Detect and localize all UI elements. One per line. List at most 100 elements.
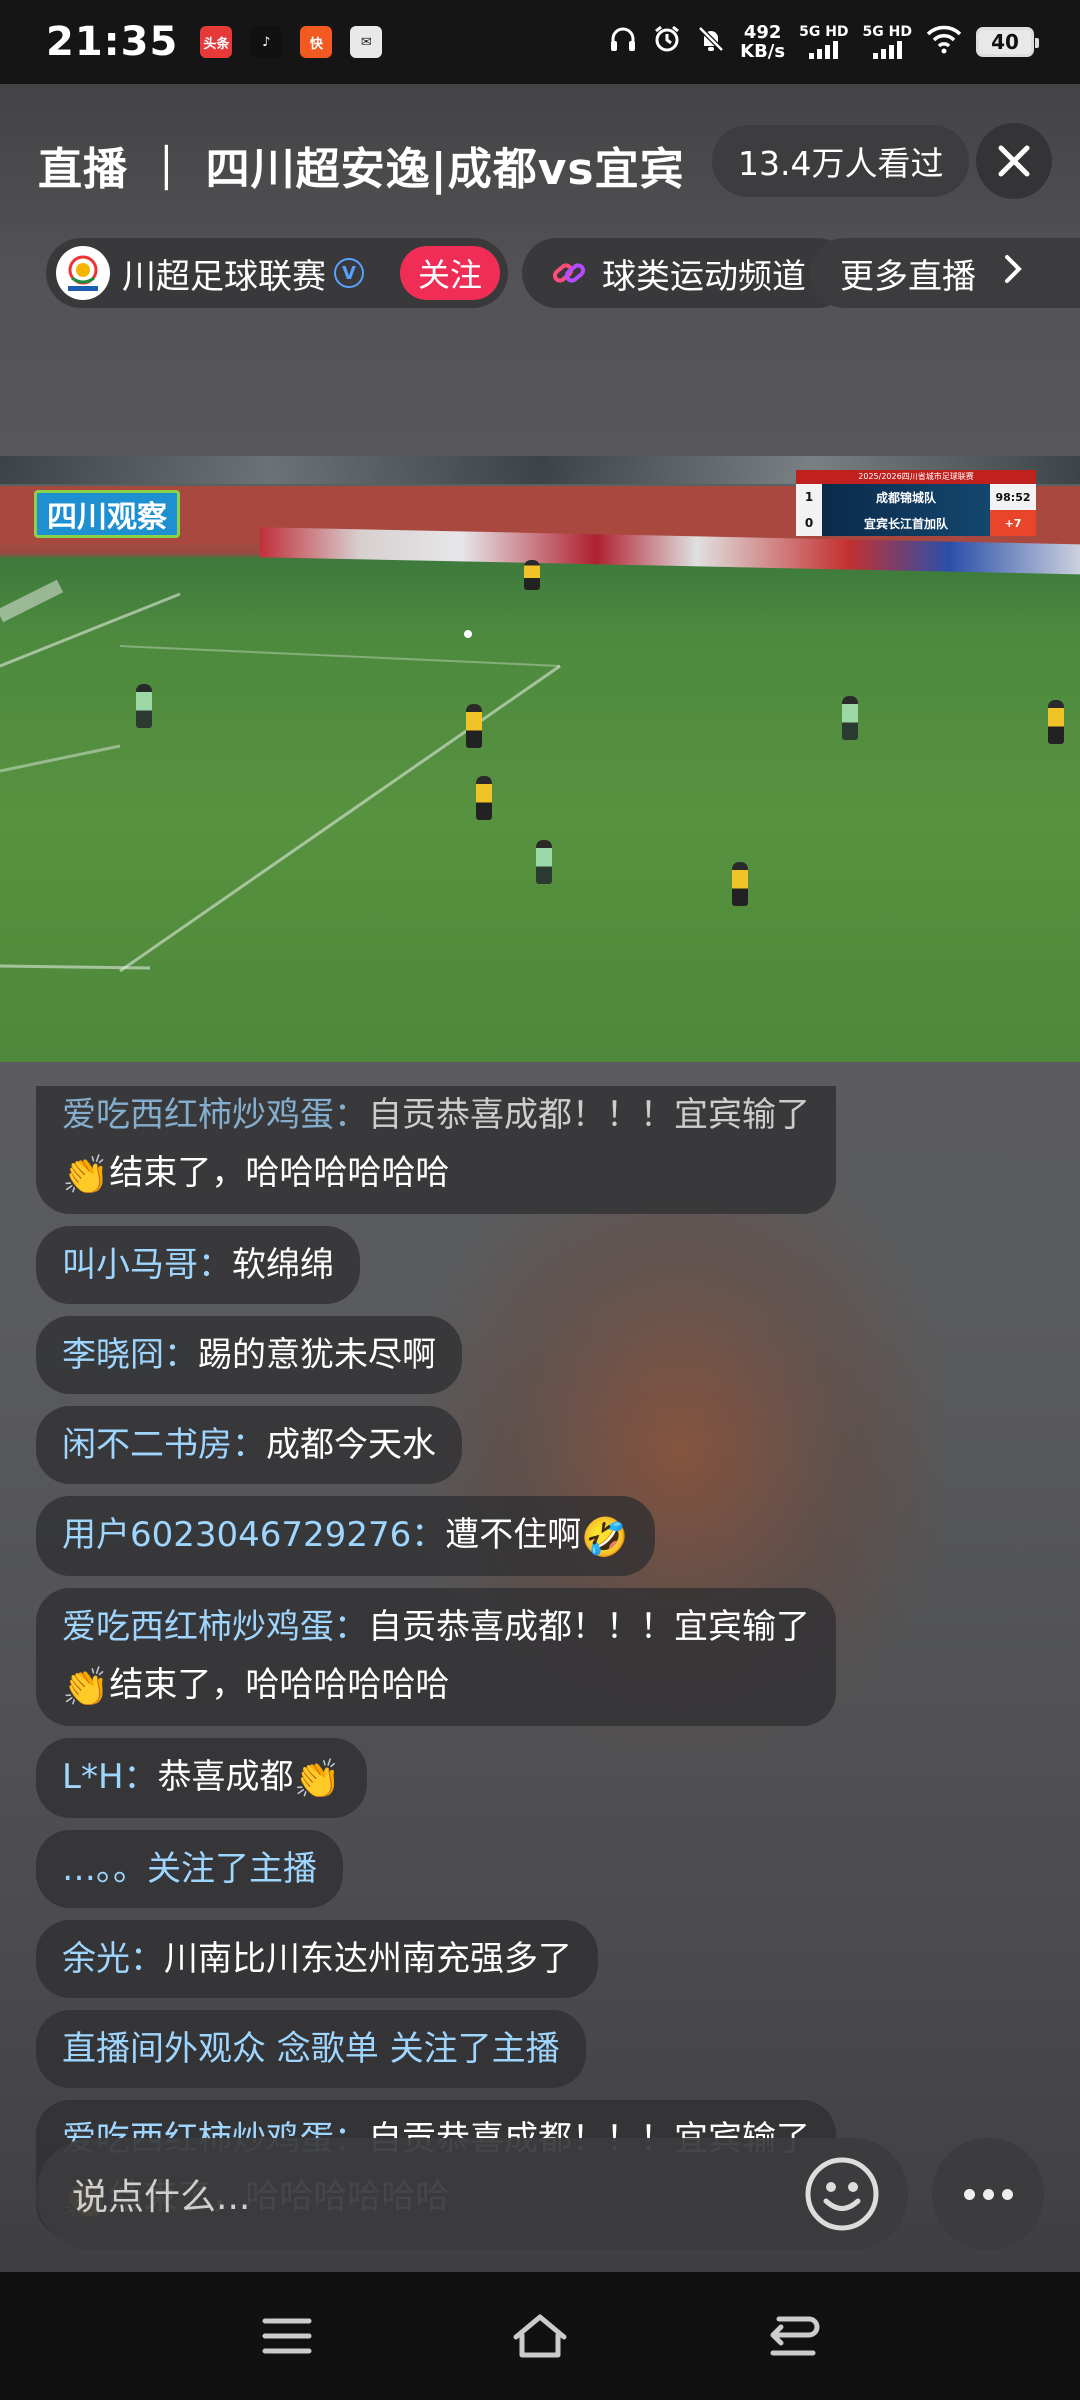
emoji-icon: 👏	[293, 1757, 341, 1801]
battery-indicator: 40	[976, 27, 1039, 57]
broadcaster-logo: 四川观察	[34, 490, 180, 538]
alarm-icon	[652, 24, 682, 60]
chat-text: 遭不住啊	[445, 1515, 582, 1555]
link-icon	[552, 263, 586, 283]
back-icon	[770, 2316, 820, 2356]
away-team: 宜宾长江首加队	[822, 510, 990, 536]
sim2-signal: 5G HD	[863, 25, 912, 59]
chat-text-line2: 结束了，哈哈哈哈哈哈	[109, 1665, 450, 1705]
network-speed: 492 KB/s	[740, 23, 785, 61]
chat-username[interactable]: 用户6023046729276：	[62, 1515, 445, 1555]
chat-message[interactable]: 叫小马哥：软绵绵	[36, 1226, 360, 1304]
chat-message[interactable]: 爱吃西红柿炒鸡蛋：自贡恭喜成都！！！宜宾输了 👏结束了，哈哈哈哈哈哈	[36, 1086, 836, 1214]
chat-message[interactable]: 直播间外观众 念歌单 关注了主播	[36, 2010, 586, 2088]
chat-message[interactable]: 爱吃西红柿炒鸡蛋：自贡恭喜成都！！！宜宾输了 👏结束了，哈哈哈哈哈哈	[36, 1588, 836, 1726]
more-options-button[interactable]	[932, 2138, 1044, 2250]
home-nav-button[interactable]	[500, 2296, 580, 2376]
mute-bell-icon	[696, 24, 726, 60]
pitch-markings	[0, 579, 561, 973]
more-live-button[interactable]: 更多直播	[810, 238, 1080, 308]
system-nav-bar	[0, 2272, 1080, 2400]
video-player[interactable]: 四川观察 2025/2026四川省城市足球联赛 1 成都锦城队 98:52 0 …	[0, 456, 1080, 1062]
signal-bars-icon	[872, 41, 902, 59]
viewer-count: 13.4万人看过	[738, 144, 944, 183]
status-bar: 21:35 头条 ♪ 快 ✉ 492 KB/s 5G HD 5G HD 40	[0, 0, 1080, 84]
sim2-label: 5G HD	[862, 24, 912, 40]
player-green	[536, 840, 552, 884]
emoji-button[interactable]	[802, 2154, 882, 2234]
comment-placeholder: 说点什么...	[72, 2177, 251, 2218]
dot-icon	[963, 2188, 975, 2200]
chat-username[interactable]: 李晓冏：	[62, 1335, 198, 1375]
chat-list[interactable]: 爱吃西红柿炒鸡蛋：自贡恭喜成都！！！宜宾输了 👏结束了，哈哈哈哈哈哈 叫小马哥：软绵…	[36, 1086, 1046, 2250]
message-app-icon: ✉	[350, 26, 383, 58]
chat-message[interactable]: 余光：川南比川东达州南充强多了	[36, 1920, 598, 1998]
chat-text: 软绵绵	[232, 1245, 334, 1285]
channel-name: 川超足球联赛	[122, 256, 326, 297]
headphones-icon	[608, 24, 638, 60]
smiley-icon	[805, 2157, 879, 2231]
more-live-label: 更多直播	[840, 256, 976, 297]
match-clock: 98:52	[990, 484, 1036, 510]
channel-row: 川超足球联赛 V 关注 球类运动频道 更多直播	[0, 238, 1080, 310]
kuaishou-app-icon: 快	[300, 26, 333, 58]
chat-text: 成都今天水	[266, 1425, 436, 1465]
dot-icon	[1001, 2188, 1013, 2200]
network-speed-unit: KB/s	[740, 41, 786, 62]
wifi-icon	[926, 24, 962, 60]
status-indicators: 492 KB/s 5G HD 5G HD 40	[608, 23, 1039, 61]
battery-level: 40	[991, 30, 1019, 54]
live-title: 直播 ｜ 四川超安逸|成都vs宜宾	[38, 144, 685, 195]
football	[464, 630, 472, 638]
chat-username[interactable]: 叫小马哥：	[62, 1245, 232, 1285]
clap-emoji-icon: 👏	[62, 1153, 110, 1197]
scoreboard-away-row: 0 宜宾长江首加队 +7	[796, 510, 1036, 536]
chat-message[interactable]: L*H：恭喜成都👏	[36, 1738, 367, 1818]
category-name: 球类运动频道	[602, 256, 806, 297]
menu-nav-button[interactable]	[247, 2296, 327, 2376]
chat-username[interactable]: L*H：	[62, 1757, 158, 1797]
channel-avatar[interactable]	[56, 246, 110, 300]
player-yellow	[524, 560, 540, 590]
system-notice: 直播间外观众 念歌单 关注了主播	[62, 2029, 560, 2069]
chat-username[interactable]: 余光：	[62, 1939, 164, 1979]
away-score: 0	[796, 510, 822, 536]
scoreboard-home-row: 1 成都锦城队 98:52	[796, 484, 1036, 510]
channel-card[interactable]: 川超足球联赛 V 关注	[46, 238, 508, 308]
signal-bars-icon	[809, 41, 839, 59]
player-yellow	[1048, 700, 1064, 744]
chat-username[interactable]: 爱吃西红柿炒鸡蛋：	[62, 1095, 368, 1135]
chat-text: 川南比川东达州南充强多了	[164, 1939, 572, 1979]
viewer-count-badge[interactable]: 13.4万人看过	[712, 125, 970, 197]
back-nav-button[interactable]	[753, 2296, 833, 2376]
category-channel-link[interactable]: 球类运动频道	[522, 238, 852, 308]
chat-message[interactable]: 闲不二书房：成都今天水	[36, 1406, 462, 1484]
chevron-right-icon	[1002, 253, 1024, 294]
chat-username[interactable]: 闲不二书房：	[62, 1425, 266, 1465]
scoreboard: 2025/2026四川省城市足球联赛 1 成都锦城队 98:52 0 宜宾长江首…	[796, 470, 1036, 540]
dot-icon	[982, 2188, 994, 2200]
chat-text-line2: 结束了，哈哈哈哈哈哈	[109, 1153, 450, 1193]
player-yellow	[466, 704, 482, 748]
chat-username[interactable]: 爱吃西红柿炒鸡蛋：	[62, 1607, 368, 1647]
home-icon	[513, 2314, 567, 2358]
menu-icon	[262, 2318, 312, 2354]
status-time: 21:35	[46, 19, 179, 65]
tiktok-app-icon: ♪	[250, 26, 283, 58]
network-speed-value: 492	[743, 22, 782, 43]
sim1-label: 5G HD	[799, 24, 849, 40]
player-green	[842, 696, 858, 740]
player-green	[136, 684, 152, 728]
chat-message[interactable]: 用户6023046729276：遭不住啊🤣	[36, 1496, 655, 1576]
chat-message[interactable]: …。。关注了主播	[36, 1830, 343, 1908]
chat-message[interactable]: 李晓冏：踢的意犹未尽啊	[36, 1316, 462, 1394]
close-icon	[998, 145, 1030, 177]
comment-input[interactable]: 说点什么...	[36, 2138, 908, 2250]
close-button[interactable]	[976, 123, 1052, 199]
scoreboard-competition: 2025/2026四川省城市足球联赛	[796, 470, 1036, 484]
chat-text: 自贡恭喜成都！！！宜宾输了	[368, 1607, 810, 1647]
chat-text: 踢的意犹未尽啊	[198, 1335, 436, 1375]
toutiao-app-icon: 头条	[200, 26, 233, 58]
follow-button[interactable]: 关注	[400, 246, 500, 300]
home-team: 成都锦城队	[822, 484, 990, 510]
